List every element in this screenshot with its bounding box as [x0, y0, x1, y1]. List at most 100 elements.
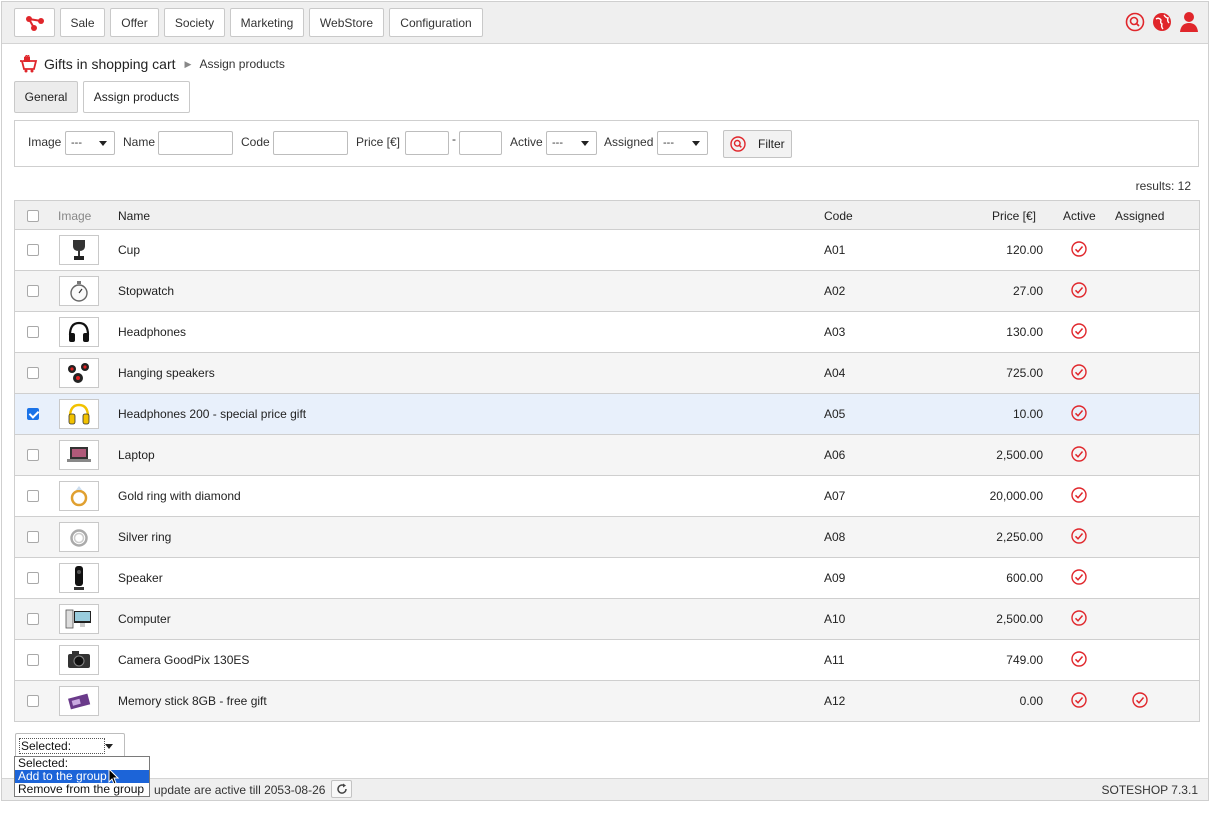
- product-price: 2,500.00: [996, 448, 1043, 462]
- nav-marketing[interactable]: Marketing: [230, 8, 304, 37]
- row-checkbox[interactable]: [27, 531, 39, 543]
- product-price: 10.00: [1012, 407, 1043, 421]
- table-row[interactable]: Stopwatch A02 27.00: [15, 271, 1199, 312]
- col-code[interactable]: Code: [824, 209, 853, 223]
- table-row[interactable]: Speaker A09 600.00: [15, 558, 1199, 599]
- active-check-icon[interactable]: [1071, 569, 1087, 588]
- row-checkbox[interactable]: [27, 695, 39, 707]
- active-check-icon[interactable]: [1071, 241, 1087, 260]
- refresh-button[interactable]: [331, 780, 352, 798]
- globe-icon[interactable]: [1151, 11, 1173, 33]
- row-checkbox[interactable]: [27, 613, 39, 625]
- nav-society[interactable]: Society: [164, 8, 225, 37]
- table-row[interactable]: Hanging speakers A04 725.00: [15, 353, 1199, 394]
- row-checkbox[interactable]: [27, 654, 39, 666]
- filter-price-separator: -: [452, 132, 456, 146]
- product-name[interactable]: Laptop: [118, 448, 155, 462]
- col-name[interactable]: Name: [118, 209, 150, 223]
- gift-cart-icon: [20, 55, 38, 73]
- laptop-icon: [66, 445, 92, 465]
- tab-assign-products[interactable]: Assign products: [83, 81, 190, 113]
- active-check-icon[interactable]: [1071, 282, 1087, 301]
- col-active[interactable]: Active: [1063, 209, 1096, 223]
- product-thumbnail: [59, 522, 99, 552]
- active-check-icon[interactable]: [1071, 323, 1087, 342]
- row-checkbox[interactable]: [27, 408, 39, 420]
- row-checkbox[interactable]: [27, 572, 39, 584]
- product-name[interactable]: Memory stick 8GB - free gift: [118, 694, 267, 708]
- product-code: A01: [824, 243, 846, 257]
- table-row[interactable]: Gold ring with diamond A07 20,000.00: [15, 476, 1199, 517]
- active-check-icon[interactable]: [1071, 364, 1087, 383]
- filter-price-from-input[interactable]: [405, 131, 449, 155]
- active-check-icon[interactable]: [1071, 692, 1087, 711]
- product-name[interactable]: Cup: [118, 243, 140, 257]
- table-row[interactable]: Headphones A03 130.00: [15, 312, 1199, 353]
- assigned-check-icon[interactable]: [1132, 692, 1148, 711]
- active-check-icon[interactable]: [1071, 487, 1087, 506]
- option-remove-from-group[interactable]: Remove from the group: [15, 783, 149, 796]
- product-code: A10: [824, 612, 846, 626]
- product-name[interactable]: Hanging speakers: [118, 366, 215, 380]
- filter-name-input[interactable]: [158, 131, 233, 155]
- breadcrumb-title[interactable]: Gifts in shopping cart: [44, 56, 176, 72]
- col-price[interactable]: Price [€]: [992, 209, 1036, 223]
- product-code: A12: [824, 694, 846, 708]
- product-name[interactable]: Headphones: [118, 325, 186, 339]
- product-name[interactable]: Silver ring: [118, 530, 171, 544]
- nav-configuration[interactable]: Configuration: [389, 8, 483, 37]
- active-check-icon[interactable]: [1071, 446, 1087, 465]
- product-name[interactable]: Headphones 200 - special price gift: [118, 407, 306, 421]
- filter-button[interactable]: Filter: [723, 130, 792, 158]
- select-all-checkbox[interactable]: [27, 210, 39, 222]
- row-checkbox[interactable]: [27, 367, 39, 379]
- product-name[interactable]: Stopwatch: [118, 284, 174, 298]
- table-row[interactable]: Camera GoodPix 130ES A11 749.00: [15, 640, 1199, 681]
- filter-assigned-select[interactable]: ---: [657, 131, 708, 155]
- product-thumbnail: [59, 686, 99, 716]
- nav-offer[interactable]: Offer: [110, 8, 159, 37]
- product-name[interactable]: Computer: [118, 612, 171, 626]
- user-icon[interactable]: [1178, 11, 1200, 33]
- chevron-down-icon: [105, 744, 113, 749]
- table-row[interactable]: Headphones 200 - special price gift A05 10…: [15, 394, 1199, 435]
- bulk-action-select[interactable]: Selected:: [15, 733, 125, 758]
- table-row[interactable]: Silver ring A08 2,250.00: [15, 517, 1199, 558]
- table-row[interactable]: Computer A10 2,500.00: [15, 599, 1199, 640]
- active-check-icon[interactable]: [1071, 610, 1087, 629]
- row-checkbox[interactable]: [27, 490, 39, 502]
- active-check-icon[interactable]: [1071, 405, 1087, 424]
- filter-code-input[interactable]: [273, 131, 348, 155]
- row-checkbox[interactable]: [27, 326, 39, 338]
- filter-price-to-input[interactable]: [459, 131, 502, 155]
- breadcrumb-current: Assign products: [199, 57, 285, 71]
- filter-active-select[interactable]: ---: [546, 131, 597, 155]
- active-check-icon[interactable]: [1071, 528, 1087, 547]
- home-logo-button[interactable]: [14, 8, 55, 37]
- row-checkbox[interactable]: [27, 285, 39, 297]
- nav-webstore[interactable]: WebStore: [309, 8, 384, 37]
- tab-general[interactable]: General: [14, 81, 78, 113]
- col-assigned[interactable]: Assigned: [1115, 209, 1164, 223]
- row-checkbox[interactable]: [27, 244, 39, 256]
- table-row[interactable]: Memory stick 8GB - free gift A12 0.00: [15, 681, 1199, 722]
- mouse-cursor-icon: [108, 768, 120, 785]
- product-code: A07: [824, 489, 846, 503]
- active-check-icon[interactable]: [1071, 651, 1087, 670]
- table-row[interactable]: Laptop A06 2,500.00: [15, 435, 1199, 476]
- product-name[interactable]: Speaker: [118, 571, 163, 585]
- filter-name-label: Name: [123, 135, 156, 149]
- filter-active-value: ---: [552, 137, 563, 149]
- row-checkbox[interactable]: [27, 449, 39, 461]
- product-code: A05: [824, 407, 846, 421]
- cup-icon: [69, 238, 89, 262]
- nav-sale[interactable]: Sale: [60, 8, 105, 37]
- product-name[interactable]: Gold ring with diamond: [118, 489, 241, 503]
- search-icon[interactable]: [1124, 11, 1146, 33]
- filter-image-select[interactable]: ---: [65, 131, 115, 155]
- camera-icon: [66, 649, 92, 671]
- product-name[interactable]: Camera GoodPix 130ES: [118, 653, 249, 667]
- product-code: A06: [824, 448, 846, 462]
- table-row[interactable]: Cup A01 120.00: [15, 230, 1199, 271]
- product-price: 2,250.00: [996, 530, 1043, 544]
